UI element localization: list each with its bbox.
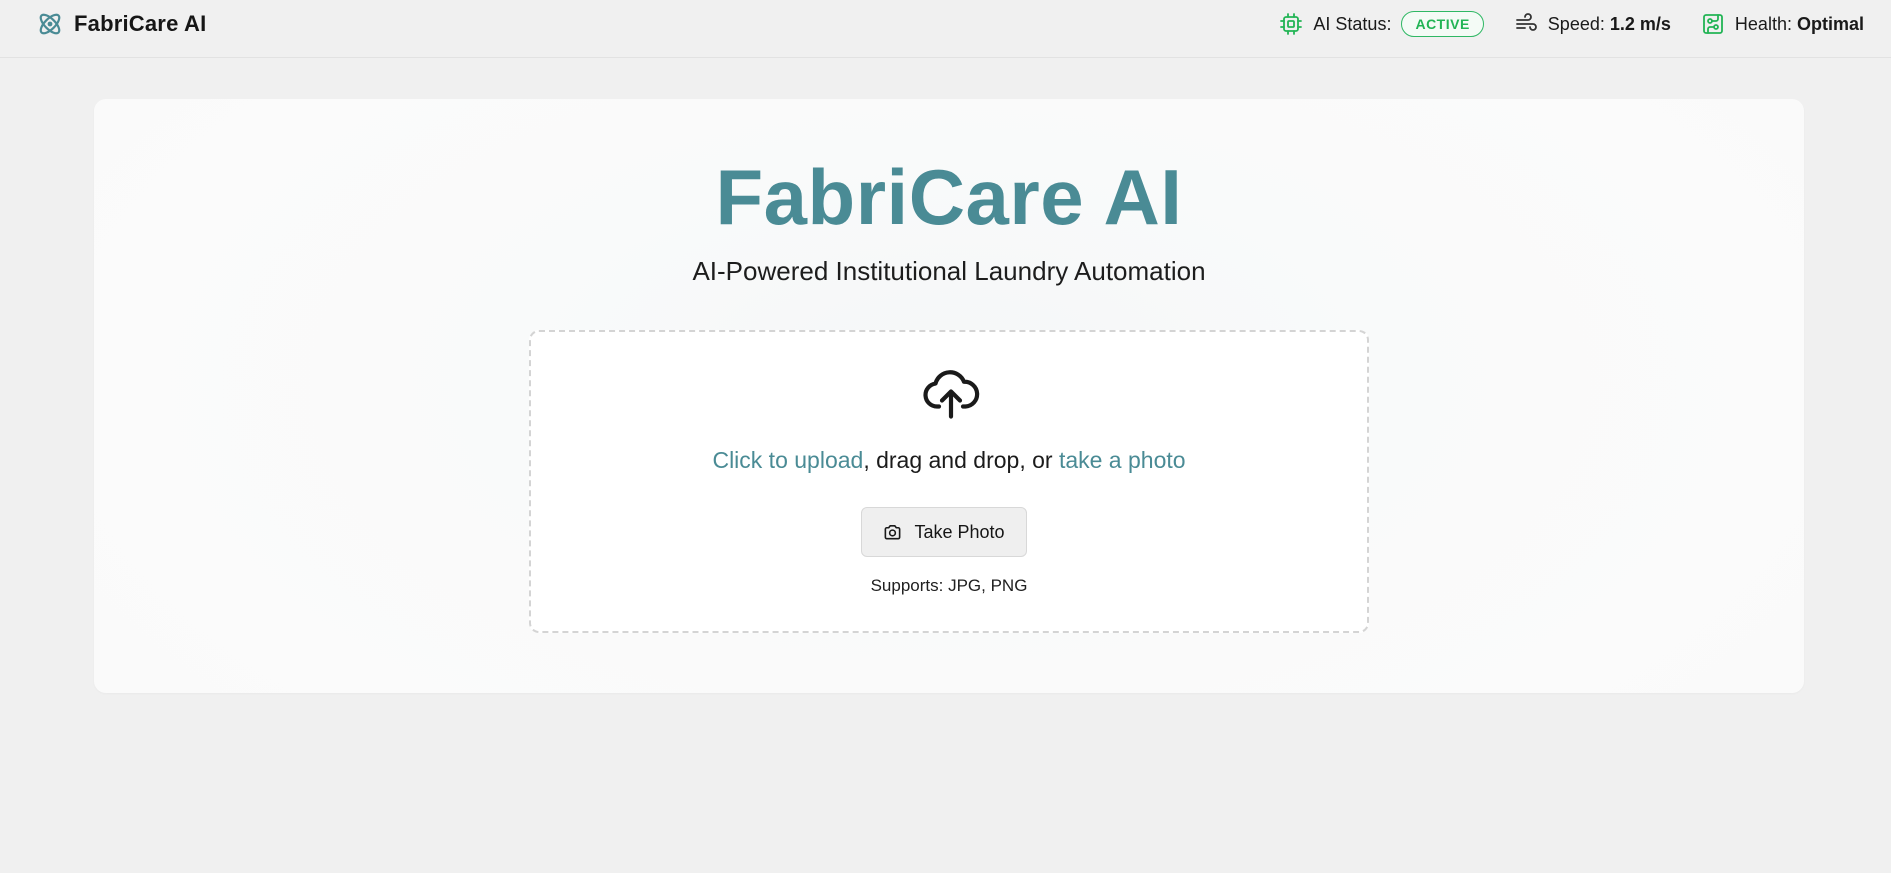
upload-card: FabriCare AI AI-Powered Institutional La… bbox=[94, 99, 1804, 693]
app-name: FabriCare AI bbox=[74, 11, 207, 36]
upload-instructions-middle: , drag and drop, or bbox=[863, 447, 1059, 473]
page-title: FabriCare AI bbox=[715, 153, 1183, 241]
system-status-group: AI Status: ACTIVE Speed: 1.2 m/s Health:… bbox=[1279, 9, 1864, 39]
take-photo-button-label: Take Photo bbox=[914, 521, 1005, 542]
health-value: Optimal bbox=[1796, 13, 1864, 34]
brand[interactable]: FabriCare AI bbox=[36, 9, 206, 39]
ai-status-badge: ACTIVE bbox=[1401, 11, 1484, 37]
cpu-chip-icon bbox=[1280, 13, 1303, 35]
cloud-upload-icon bbox=[923, 370, 980, 419]
circuit-board-icon bbox=[1703, 14, 1723, 34]
camera-icon bbox=[885, 524, 901, 539]
health-label: Health: bbox=[1734, 13, 1792, 34]
atom-icon bbox=[39, 13, 61, 35]
upload-instructions: Click to upload, drag and drop, or take … bbox=[531, 445, 1367, 475]
top-navigation-bar: FabriCare AI AI Status: ACTIVE Speed: 1.… bbox=[0, 0, 1891, 58]
click-to-upload-link[interactable]: Click to upload bbox=[712, 447, 863, 473]
take-photo-button[interactable]: Take Photo bbox=[861, 507, 1027, 557]
wind-icon bbox=[1515, 13, 1537, 31]
health-indicator: Health: Optimal bbox=[1701, 12, 1864, 36]
speed-indicator: Speed: 1.2 m/s bbox=[1514, 12, 1671, 36]
ai-status-label: AI Status: bbox=[1313, 13, 1392, 34]
ai-status-indicator: AI Status: ACTIVE bbox=[1279, 11, 1484, 37]
take-a-photo-link[interactable]: take a photo bbox=[1059, 447, 1186, 473]
file-dropzone[interactable]: Click to upload, drag and drop, or take … bbox=[529, 330, 1369, 633]
speed-value: 1.2 m/s bbox=[1609, 13, 1671, 34]
supported-formats-note: Supports: JPG, PNG bbox=[870, 576, 1028, 595]
page-subtitle: AI-Powered Institutional Laundry Automat… bbox=[692, 256, 1206, 286]
speed-label: Speed: bbox=[1547, 13, 1605, 34]
